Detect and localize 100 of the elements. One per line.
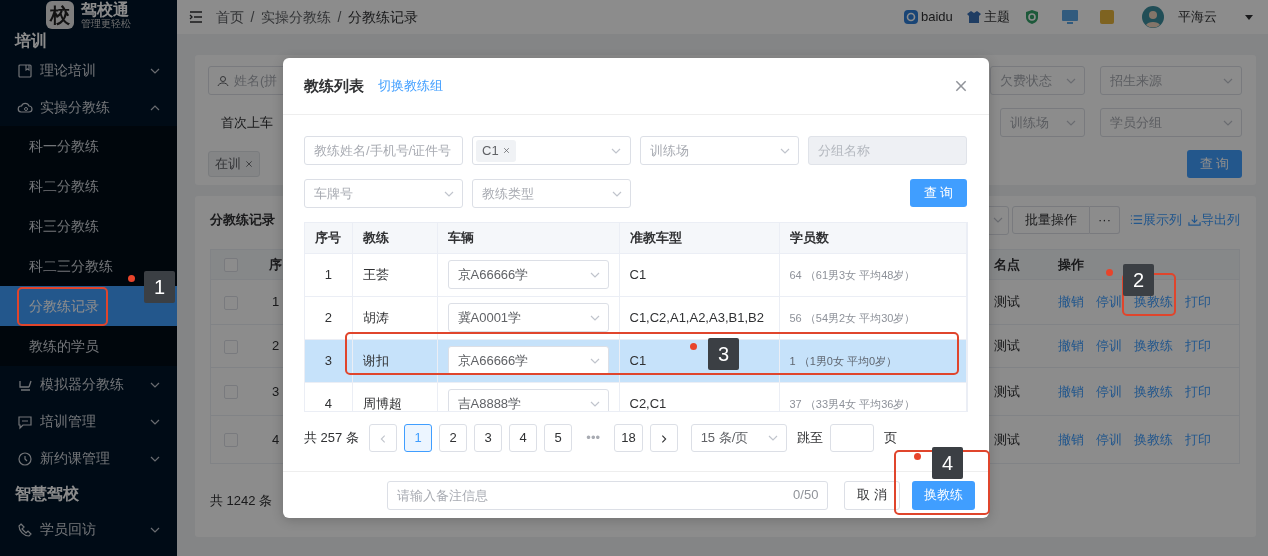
search-button[interactable]: 查 询: [1187, 150, 1242, 178]
action-link[interactable]: 换教练: [1133, 381, 1173, 402]
action-link[interactable]: 换教练: [1133, 429, 1173, 450]
action-link[interactable]: 停训: [1095, 381, 1122, 402]
table-cell: 王荟: [362, 266, 389, 282]
page-input[interactable]: [829, 424, 874, 452]
submenu-item[interactable]: 教练的学员: [0, 326, 177, 366]
input-field[interactable]: 教练姓名/手机号/证件号: [304, 136, 463, 165]
breadcrumb-separator: /: [337, 7, 342, 27]
switch-group-link[interactable]: 切换教练组: [378, 76, 443, 96]
page-button[interactable]: 5: [544, 424, 573, 452]
avatar-icon[interactable]: [1142, 6, 1164, 28]
column-header: 学员数: [789, 230, 829, 245]
date-label: 首次上车: [220, 113, 273, 132]
action-link[interactable]: 打印: [1184, 381, 1211, 402]
select-field[interactable]: 训练场: [640, 136, 799, 165]
header-link[interactable]: baidu: [903, 7, 953, 27]
vehicle-select[interactable]: 京A66666学: [447, 260, 609, 289]
chat-icon: [17, 413, 33, 430]
confirm-button[interactable]: 换教练: [912, 480, 975, 510]
table-cell: 1: [271, 294, 280, 310]
section-title: 智慧驾校: [14, 484, 80, 504]
toolbar-link[interactable]: 导出列: [1188, 210, 1240, 230]
action-link[interactable]: 打印: [1184, 292, 1211, 312]
close-icon[interactable]: [245, 160, 253, 168]
table-cell: 谢扣: [362, 352, 389, 368]
page-unit: 页: [884, 429, 898, 448]
menu-item[interactable]: 理论培训: [0, 52, 177, 89]
tag-label: C1: [482, 141, 499, 160]
page-size-select[interactable]: 15 条/页: [690, 424, 787, 452]
toolbar-link[interactable]: 展示列: [1130, 210, 1182, 230]
step-callout: 1: [144, 271, 175, 303]
table-cell: 3: [271, 383, 280, 399]
action-link[interactable]: 打印: [1184, 336, 1211, 356]
action-link[interactable]: 停训: [1095, 336, 1122, 356]
action-link[interactable]: 停训: [1095, 429, 1122, 450]
caret-icon[interactable]: [1244, 12, 1254, 22]
action-link[interactable]: 换教练: [1133, 336, 1173, 356]
previous-page-button[interactable]: [369, 424, 398, 452]
logo-tagline: 管理更轻松: [80, 18, 131, 29]
vehicle-select[interactable]: 京A66666学: [447, 346, 609, 375]
list-icon: [1130, 213, 1143, 227]
table-cell: 56 （54男2女 平均30岁）: [789, 311, 916, 324]
header-link[interactable]: 主题: [966, 7, 1010, 27]
page-button[interactable]: 4: [509, 424, 538, 452]
menu-icon[interactable]: [189, 10, 203, 24]
batch-button[interactable]: 批量操作: [1012, 206, 1090, 234]
monitor-icon[interactable]: [1060, 9, 1079, 25]
table-cell: 测试: [993, 431, 1020, 447]
column-header: 车辆: [447, 230, 474, 245]
step-callout: 2: [1123, 264, 1154, 296]
column-header: 教练: [362, 230, 389, 245]
step-callout: 3: [708, 338, 739, 370]
marker-dot: [914, 453, 921, 460]
action-link[interactable]: 停训: [1095, 292, 1122, 312]
action-link[interactable]: 撤销: [1057, 429, 1084, 450]
filter-tag[interactable]: C1: [476, 139, 516, 162]
vehicle-select[interactable]: 冀A0001学: [447, 303, 609, 332]
close-icon[interactable]: [954, 79, 968, 93]
shirt-icon: [966, 10, 981, 24]
breadcrumb-item[interactable]: 实操分教练: [260, 6, 331, 28]
menu-item[interactable]: 培训管理: [0, 403, 177, 440]
menu-item[interactable]: 学员回访: [0, 511, 177, 548]
action-link[interactable]: 打印: [1184, 429, 1211, 450]
page-button[interactable]: 3: [474, 424, 503, 452]
column-header: 序: [269, 256, 282, 272]
close-icon[interactable]: [502, 147, 510, 154]
action-link[interactable]: 撤销: [1057, 381, 1084, 402]
vehicle-select[interactable]: 吉A8888学: [447, 389, 609, 411]
page-button[interactable]: 1: [404, 424, 433, 452]
select-field[interactable]: 教练类型: [472, 179, 631, 208]
submenu-item[interactable]: 科二分教练: [0, 166, 177, 206]
submenu-item[interactable]: 科三分教练: [0, 206, 177, 246]
action-link[interactable]: 撤销: [1057, 336, 1084, 356]
ellipsis: •••: [585, 429, 601, 448]
user-name[interactable]: 平海云: [1178, 7, 1217, 27]
next-page-button[interactable]: [649, 424, 678, 452]
submenu-item[interactable]: 科一分教练: [0, 126, 177, 166]
action-link[interactable]: 撤销: [1057, 292, 1084, 312]
clock-icon: [17, 450, 33, 467]
select-field[interactable]: 车牌号: [304, 179, 463, 208]
menu-item[interactable]: 新约课管理: [0, 440, 177, 477]
column-header: 名点: [993, 256, 1020, 272]
section-title: 培训: [13, 31, 48, 51]
note-icon[interactable]: [1099, 9, 1115, 25]
search-button[interactable]: 查 询: [910, 179, 967, 207]
table-row[interactable]: 1 王荟 京A66666学 C1 64 （61男3女 平均48岁）: [305, 253, 967, 296]
table-cell: 1: [324, 266, 332, 282]
menu-item[interactable]: 实操分教练: [0, 89, 177, 126]
filter-tag[interactable]: 在训: [208, 151, 260, 177]
shield-icon[interactable]: [1024, 9, 1040, 25]
more-button[interactable]: ···: [1090, 206, 1120, 234]
table-cell: 2: [324, 309, 332, 325]
breadcrumb-item[interactable]: 首页: [216, 6, 244, 28]
breadcrumb-item: 分教练记录: [347, 7, 418, 27]
page-button[interactable]: 18: [614, 424, 643, 452]
menu-item[interactable]: 模拟器分教练: [0, 366, 177, 403]
step-callout: 4: [932, 447, 963, 479]
select-field[interactable]: C1: [472, 136, 631, 165]
page-button[interactable]: 2: [439, 424, 468, 452]
